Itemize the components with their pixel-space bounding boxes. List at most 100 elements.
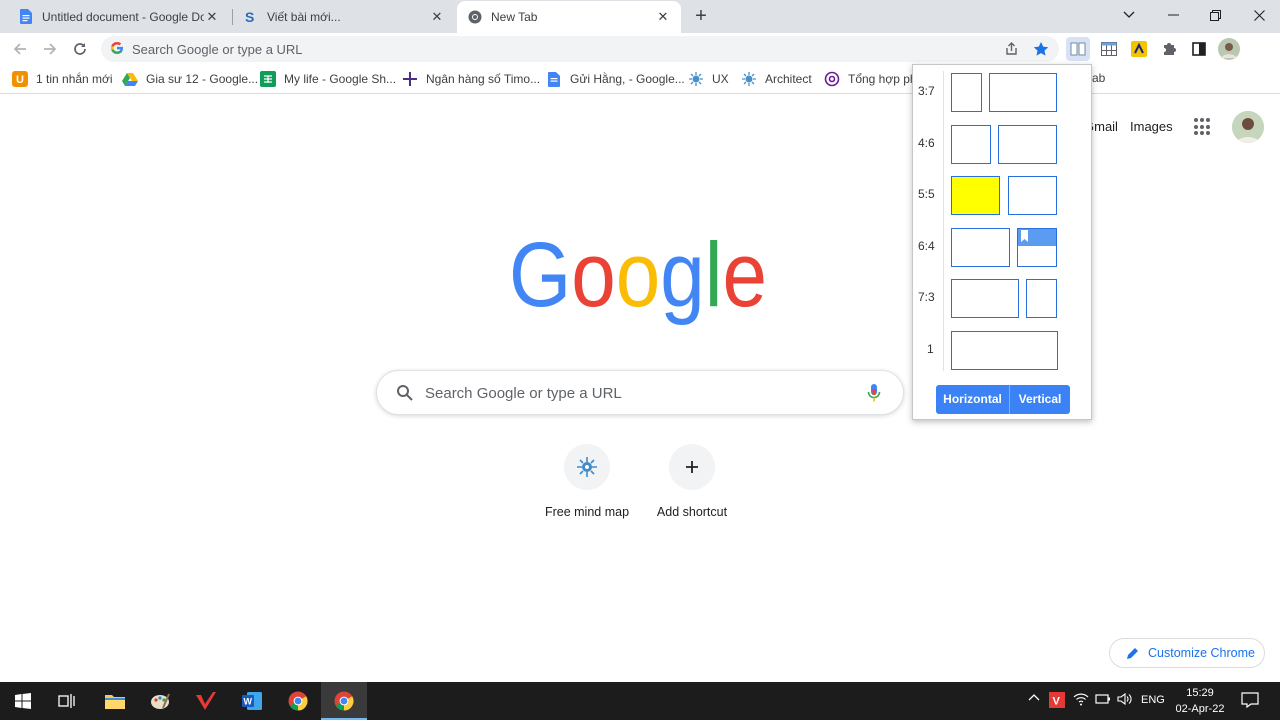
tab-close-icon[interactable]: ✕	[655, 9, 671, 25]
microsoft-word-icon[interactable]: W	[229, 682, 275, 720]
ratio-label: 7:3	[918, 290, 935, 304]
google-sheets-icon	[260, 71, 276, 87]
chrome-taskbar-icon[interactable]	[275, 682, 321, 720]
chrome-taskbar-icon-active[interactable]	[321, 682, 367, 720]
bookmark-gui-hang[interactable]: Gửi Hằng, - Google...	[546, 71, 685, 87]
shortcut-free-mind-map[interactable]: Free mind map	[531, 444, 643, 519]
google-docs-icon	[18, 9, 34, 25]
toolbar: Search Google or type a URL	[0, 33, 1280, 65]
search-placeholder: Search Google or type a URL	[425, 385, 622, 402]
wifi-icon[interactable]	[1073, 692, 1089, 709]
restore-icon[interactable]	[1192, 0, 1238, 30]
google-apps-grid-icon[interactable]	[1194, 118, 1212, 136]
pencil-icon	[1127, 648, 1138, 659]
bookmark-flag-icon	[1021, 230, 1028, 242]
bookmark-tong-hop-phi[interactable]: Tổng hợp phí	[824, 71, 920, 87]
bookmark-label: My life - Google Sh...	[284, 72, 397, 86]
u-orange-icon: U	[12, 71, 28, 87]
bookmark-ux[interactable]: UX	[688, 71, 729, 87]
task-view-icon[interactable]	[44, 682, 90, 720]
tab-close-icon[interactable]: ✕	[429, 9, 445, 25]
profile-avatar[interactable]	[1217, 37, 1241, 61]
bookmark-label: UX	[712, 72, 729, 86]
layout-single[interactable]	[951, 331, 1058, 370]
tab-title: Viết bài mới...	[267, 9, 341, 24]
bookmark-my-life[interactable]: My life - Google Sh...	[260, 71, 396, 87]
bookmark-label: Gia sư 12 - Google...	[146, 72, 259, 86]
minimize-icon[interactable]	[1150, 0, 1196, 30]
ntp-search-box[interactable]: Search Google or type a URL	[376, 370, 904, 415]
customize-chrome-button[interactable]: Customize Chrome	[1109, 638, 1265, 668]
svg-text:S: S	[245, 10, 254, 24]
bookmark-tin-nhan-moi[interactable]: U 1 tin nhắn mới	[12, 71, 113, 87]
bookmark-gia-su-12[interactable]: Gia sư 12 - Google...	[122, 71, 258, 87]
chevron-down-icon[interactable]	[1106, 0, 1152, 30]
windows-start-icon[interactable]	[0, 682, 46, 720]
table-extension-icon[interactable]	[1097, 37, 1121, 61]
system-clock[interactable]: 15:29 02-Apr-22	[1168, 685, 1232, 717]
google-logo-text: Google	[509, 240, 767, 326]
google-logo: Google	[509, 224, 771, 340]
layout-7-3-left[interactable]	[951, 279, 1019, 318]
customize-label: Customize Chrome	[1148, 646, 1255, 660]
shortcut-add[interactable]: Add shortcut	[636, 444, 748, 519]
google-docs-icon	[546, 71, 562, 87]
paint-app-icon[interactable]	[137, 682, 183, 720]
share-icon[interactable]	[1001, 40, 1021, 58]
svg-text:V: V	[1053, 696, 1061, 708]
ratio-label: 1	[927, 342, 934, 356]
bookmark-architect[interactable]: Architect	[741, 71, 812, 87]
layout-7-3-right[interactable]	[1026, 279, 1057, 318]
new-tab-button[interactable]: +	[688, 4, 714, 30]
layout-3-7-right[interactable]	[989, 73, 1057, 112]
layout-6-4-left[interactable]	[951, 228, 1010, 267]
popup-divider	[943, 71, 944, 371]
bookmark-ab[interactable]: ab	[1092, 71, 1105, 85]
mindmap-icon	[741, 71, 757, 87]
layout-4-6-left[interactable]	[951, 125, 991, 164]
split-screen-extension-icon[interactable]	[1066, 37, 1090, 61]
horizontal-button[interactable]: Horizontal	[936, 385, 1010, 414]
address-bar-text: Search Google or type a URL	[132, 42, 303, 57]
close-icon[interactable]	[1236, 0, 1280, 30]
layout-4-6-right[interactable]	[998, 125, 1057, 164]
battery-icon[interactable]	[1095, 692, 1111, 709]
language-indicator[interactable]: ENG	[1141, 694, 1165, 706]
tab-new-tab[interactable]: New Tab ✕	[457, 1, 681, 33]
microphone-icon[interactable]	[867, 383, 881, 406]
extensions-puzzle-icon[interactable]	[1157, 37, 1181, 61]
tab-close-icon[interactable]: ✕	[204, 9, 220, 25]
clock-time: 15:29	[1186, 687, 1214, 699]
windows-taskbar: W V ENG 15:29 02-Apr-22	[0, 682, 1280, 720]
s-logo-icon: S	[243, 9, 259, 25]
vertical-button[interactable]: Vertical	[1010, 385, 1070, 414]
bookmark-timo[interactable]: Ngân hàng số Timo...	[402, 71, 540, 87]
tab-viet-bai-moi[interactable]: S Viết bài mới... ✕	[233, 0, 455, 33]
chevron-up-icon[interactable]	[1028, 692, 1040, 704]
google-drive-icon	[122, 71, 138, 87]
search-icon	[396, 384, 414, 405]
layout-5-5-right[interactable]	[1008, 176, 1057, 215]
side-panel-icon[interactable]	[1187, 37, 1211, 61]
tab-untitled-document[interactable]: Untitled document - Google Doc ✕	[8, 0, 230, 33]
address-bar[interactable]: Search Google or type a URL	[101, 36, 1059, 62]
layout-3-7-left[interactable]	[951, 73, 982, 112]
bookmark-star-icon[interactable]	[1031, 40, 1051, 58]
images-link[interactable]: Images	[1130, 119, 1173, 134]
ratio-label: 5:5	[918, 187, 935, 201]
account-avatar[interactable]	[1232, 111, 1264, 143]
notification-icon[interactable]	[1241, 692, 1259, 711]
yellow-extension-icon[interactable]	[1127, 37, 1151, 61]
back-arrow-icon[interactable]	[8, 37, 32, 61]
red-v-app-icon[interactable]	[183, 682, 229, 720]
reload-icon[interactable]	[68, 37, 92, 61]
volume-icon[interactable]	[1117, 692, 1133, 709]
vivaldi-tray-icon[interactable]: V	[1049, 692, 1065, 711]
forward-arrow-icon[interactable]	[38, 37, 62, 61]
shortcut-label: Free mind map	[544, 505, 630, 519]
split-screen-popup: 3:7 4:6 5:5 6:4 7:3 1 Horizontal Vertica…	[912, 64, 1092, 420]
timo-icon	[402, 71, 418, 87]
file-explorer-icon[interactable]	[92, 682, 138, 720]
layout-6-4-right[interactable]	[1017, 228, 1057, 267]
layout-5-5-left-selected[interactable]	[951, 176, 1000, 215]
